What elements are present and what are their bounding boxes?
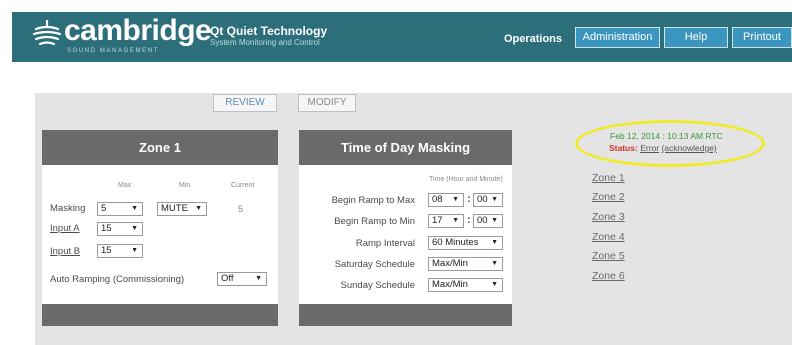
time-hint: Time (Hour and Minute) — [429, 176, 503, 183]
time-of-day-footer — [299, 304, 512, 326]
sunday-schedule-label: Sunday Schedule — [340, 280, 415, 291]
page: cambridge SOUND MANAGEMENT Qt Quiet Tech… — [0, 0, 792, 345]
sunday-schedule-value: Max/Min — [432, 279, 468, 290]
sunday-schedule-select[interactable]: Max/Min ▼ — [428, 278, 503, 292]
chevron-down-icon: ▼ — [195, 205, 202, 212]
acknowledge-link[interactable]: (acknowledge) — [661, 143, 716, 153]
column-header-min: Min — [179, 182, 191, 189]
column-header-current: Current — [231, 182, 255, 189]
zone-link-3[interactable]: Zone 3 — [592, 211, 625, 223]
chevron-down-icon: ▼ — [131, 247, 138, 254]
review-button[interactable]: REVIEW — [213, 94, 277, 112]
zone-link-6[interactable]: Zone 6 — [592, 270, 625, 282]
begin-max-minute-select[interactable]: 00 ▼ — [473, 193, 503, 207]
begin-max-minute-value: 00 — [477, 194, 488, 205]
begin-max-hour-select[interactable]: 08 ▼ — [428, 193, 464, 207]
ramp-interval-select[interactable]: 60 Minutes ▼ — [428, 236, 503, 250]
masking-min-select[interactable]: MUTE ▼ — [157, 202, 207, 216]
saturday-schedule-value: Max/Min — [432, 258, 468, 269]
saturday-schedule-select[interactable]: Max/Min ▼ — [428, 257, 503, 271]
auto-ramping-label: Auto Ramping (Commissioning) — [50, 274, 185, 285]
masking-current-value: 5 — [238, 204, 244, 214]
brand-tagline: SOUND MANAGEMENT — [67, 48, 159, 54]
chevron-down-icon: ▼ — [131, 205, 138, 212]
begin-min-minute-value: 00 — [477, 215, 488, 226]
tab-operations[interactable]: Operations — [493, 28, 573, 50]
input-a-link[interactable]: Input A — [50, 223, 80, 234]
zone-link-2[interactable]: Zone 2 — [592, 191, 625, 203]
status-line: Status: Error (acknowledge) — [609, 143, 717, 153]
status-datetime: Feb 12, 2014 : 10:13 AM RTC — [610, 131, 723, 141]
masking-max-select[interactable]: 5 ▼ — [97, 202, 143, 216]
product-subtitle: System Monitoring and Control — [210, 38, 320, 47]
zone-panel-footer — [42, 304, 278, 326]
chevron-down-icon: ▼ — [491, 196, 498, 203]
status-error-link[interactable]: Error — [640, 143, 659, 153]
begin-ramp-max-label: Begin Ramp to Max — [331, 195, 415, 206]
chevron-down-icon: ▼ — [491, 239, 498, 246]
modify-button[interactable]: MODIFY — [298, 94, 356, 112]
sound-wave-logo-icon — [32, 19, 62, 46]
chevron-down-icon: ▼ — [452, 196, 459, 203]
zone-panel: Zone 1 Max Min Current Masking 5 ▼ MUTE … — [42, 130, 278, 326]
begin-min-hour-select[interactable]: 17 ▼ — [428, 214, 464, 228]
column-header-max: Max — [118, 182, 132, 189]
zone-panel-title: Zone 1 — [42, 130, 278, 165]
time-of-day-title: Time of Day Masking — [299, 130, 512, 165]
begin-ramp-min-label: Begin Ramp to Min — [334, 216, 415, 227]
begin-min-hour-value: 17 — [432, 215, 443, 226]
time-separator: : — [467, 214, 471, 226]
chevron-down-icon: ▼ — [491, 260, 498, 267]
zone-link-4[interactable]: Zone 4 — [592, 231, 625, 243]
status-key: Status: — [609, 143, 638, 153]
tab-administration[interactable]: Administration — [575, 27, 660, 48]
input-b-value: 15 — [101, 245, 112, 256]
masking-max-value: 5 — [101, 203, 107, 214]
begin-max-hour-value: 08 — [432, 194, 443, 205]
time-separator: : — [467, 193, 471, 205]
time-of-day-panel: Time of Day Masking Time (Hour and Minut… — [299, 130, 512, 326]
zone-link-1[interactable]: Zone 1 — [592, 172, 625, 184]
saturday-schedule-label: Saturday Schedule — [334, 259, 415, 270]
chevron-down-icon: ▼ — [491, 281, 498, 288]
auto-ramping-value: Off — [221, 273, 234, 284]
ramp-interval-value: 60 Minutes — [432, 237, 479, 248]
tab-printout[interactable]: Printout — [732, 27, 792, 48]
chevron-down-icon: ▼ — [491, 217, 498, 224]
masking-min-value: MUTE — [161, 203, 188, 214]
chevron-down-icon: ▼ — [452, 217, 459, 224]
brand-logo: cambridge — [64, 14, 212, 47]
input-b-select[interactable]: 15 ▼ — [97, 244, 143, 258]
ramp-interval-label: Ramp Interval — [355, 238, 415, 249]
input-b-link[interactable]: Input B — [50, 246, 80, 257]
zone-link-5[interactable]: Zone 5 — [592, 250, 625, 262]
input-a-value: 15 — [101, 223, 112, 234]
chevron-down-icon: ▼ — [255, 275, 262, 282]
input-a-select[interactable]: 15 ▼ — [97, 222, 143, 236]
masking-label: Masking — [50, 203, 86, 214]
chevron-down-icon: ▼ — [131, 225, 138, 232]
auto-ramping-select[interactable]: Off ▼ — [217, 272, 267, 286]
tab-help[interactable]: Help — [664, 27, 728, 48]
product-name: Qt Quiet Technology — [210, 24, 328, 38]
begin-min-minute-select[interactable]: 00 ▼ — [473, 214, 503, 228]
